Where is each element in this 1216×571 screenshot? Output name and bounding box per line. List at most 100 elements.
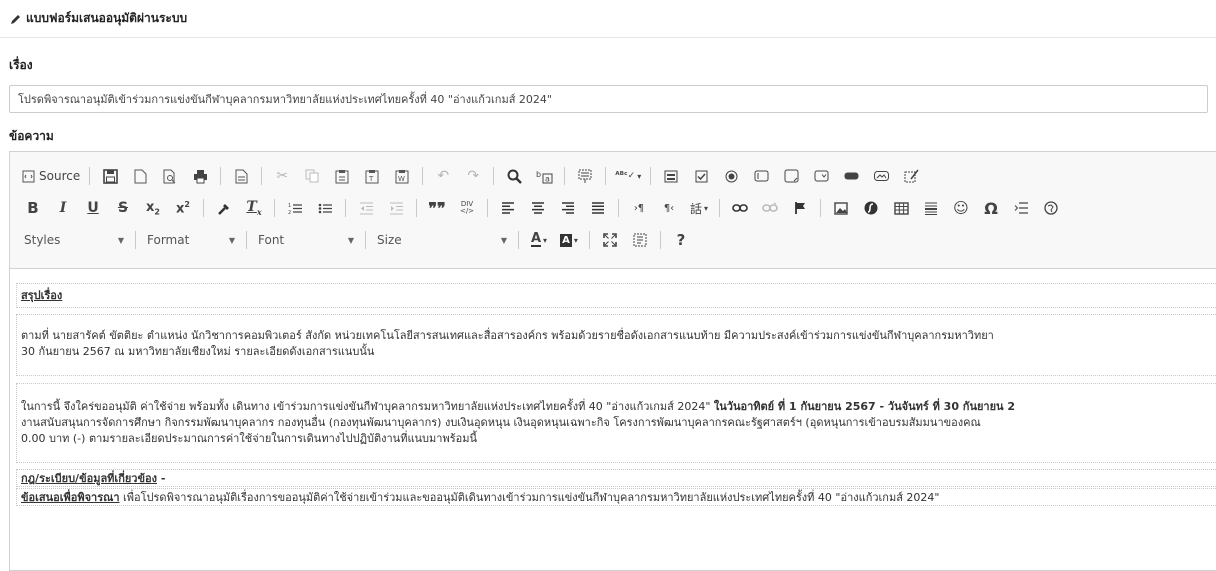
link-icon: [732, 204, 748, 212]
paste-button[interactable]: [329, 164, 355, 188]
link-button[interactable]: [727, 196, 753, 220]
italic-button[interactable]: I: [50, 196, 76, 220]
outdent-button[interactable]: [353, 196, 379, 220]
div-button[interactable]: DIV </>: [454, 196, 480, 220]
toolbar-separator: [660, 231, 661, 249]
justify-button[interactable]: [585, 196, 611, 220]
size-combo-label: Size: [377, 233, 402, 247]
textfield-button[interactable]: [748, 164, 774, 188]
image-button-icon: [873, 171, 889, 181]
indent-button[interactable]: [383, 196, 409, 220]
form-icon: [664, 170, 678, 182]
save-button[interactable]: [97, 164, 123, 188]
page-break-button[interactable]: [1008, 196, 1034, 220]
styles-combo[interactable]: Styles ▼: [18, 228, 130, 252]
paste-word-button[interactable]: W: [389, 164, 415, 188]
strikethrough-button[interactable]: S: [110, 196, 136, 220]
templates-icon: [235, 169, 248, 183]
language-button[interactable]: 話 ▾: [686, 196, 712, 220]
textarea-button[interactable]: [778, 164, 804, 188]
ltr-button[interactable]: ›¶: [626, 196, 652, 220]
proposal-text: เพื่อโปรดพิจารณาอนุมัติเรื่องการขออนุมัต…: [119, 491, 940, 504]
source-icon: [22, 170, 35, 182]
bulleted-list-button[interactable]: [312, 196, 338, 220]
table-button[interactable]: [888, 196, 914, 220]
svg-text:T: T: [368, 175, 374, 183]
unlink-button[interactable]: [757, 196, 783, 220]
request-paragraph: ในการนี้ จึงใคร่ขออนุมัติ ค่าใช้จ่าย พร้…: [16, 383, 1216, 463]
request-date-range: ในวันอาทิตย์ ที่ 1 กันยายน 2567 - วันจัน…: [713, 400, 1016, 413]
format-combo-label: Format: [147, 233, 190, 247]
iframe-button[interactable]: [1038, 196, 1064, 220]
styles-combo-label: Styles: [24, 233, 61, 247]
horizontal-rule-button[interactable]: [918, 196, 944, 220]
replace-button[interactable]: ba: [531, 164, 557, 188]
maximize-icon: [603, 233, 617, 247]
select-all-button[interactable]: [572, 164, 598, 188]
checkbox-button[interactable]: [688, 164, 714, 188]
remove-format-button[interactable]: Tx: [241, 196, 267, 220]
underline-button[interactable]: U: [80, 196, 106, 220]
spellcheck-button[interactable]: ᴬᴮᶜ✓ ▾: [613, 164, 643, 188]
paste-word-icon: W: [395, 169, 409, 183]
size-combo[interactable]: Size ▼: [371, 228, 513, 252]
smiley-button[interactable]: ☺: [948, 196, 974, 220]
bold-button[interactable]: B: [20, 196, 46, 220]
image-button-button[interactable]: [868, 164, 894, 188]
toolbar-separator: [493, 167, 495, 185]
radio-button[interactable]: [718, 164, 744, 188]
button-field-button[interactable]: [838, 164, 864, 188]
checkbox-icon: [695, 170, 708, 182]
select-all-icon: [578, 169, 592, 183]
help-button[interactable]: ?: [668, 228, 694, 252]
align-right-button[interactable]: [555, 196, 581, 220]
font-combo[interactable]: Font ▼: [252, 228, 360, 252]
maximize-button[interactable]: [597, 228, 623, 252]
undo-button[interactable]: ↶: [430, 164, 456, 188]
align-right-icon: [562, 202, 574, 214]
subscript-icon: x2: [146, 199, 160, 217]
show-blocks-button[interactable]: [627, 228, 653, 252]
new-page-button[interactable]: [127, 164, 153, 188]
special-char-button[interactable]: Ω: [978, 196, 1004, 220]
image-button[interactable]: [828, 196, 854, 220]
toolbar-separator: [203, 199, 204, 217]
editor-content[interactable]: สรุปเรื่อง ตามที่ นายสารัคต์ ขัตติยะ ตำแ…: [10, 269, 1216, 570]
preview-button[interactable]: [157, 164, 183, 188]
font-combo-label: Font: [258, 233, 285, 247]
text-color-button[interactable]: A ▾: [526, 228, 552, 252]
find-button[interactable]: [501, 164, 527, 188]
select-field-button[interactable]: [808, 164, 834, 188]
toolbar-separator: [135, 231, 136, 249]
hidden-field-button[interactable]: [898, 164, 924, 188]
bg-color-button[interactable]: A ▾: [556, 228, 582, 252]
cut-button[interactable]: ✂: [269, 164, 295, 188]
print-button[interactable]: [187, 164, 213, 188]
source-button[interactable]: Source: [20, 164, 82, 188]
anchor-button[interactable]: [787, 196, 813, 220]
align-left-button[interactable]: [495, 196, 521, 220]
redo-button[interactable]: ↷: [460, 164, 486, 188]
bulleted-list-icon: [318, 203, 332, 213]
superscript-button[interactable]: x2: [170, 196, 196, 220]
align-left-icon: [502, 202, 514, 214]
div-icon: DIV </>: [459, 200, 475, 215]
form-button[interactable]: [658, 164, 684, 188]
paste-text-button[interactable]: T: [359, 164, 385, 188]
undo-icon: ↶: [437, 168, 450, 184]
textarea-icon: [784, 169, 799, 183]
summary-heading: สรุปเรื่อง: [21, 289, 63, 302]
flash-button[interactable]: [858, 196, 884, 220]
copy-button[interactable]: [299, 164, 325, 188]
subscript-button[interactable]: x2: [140, 196, 166, 220]
align-center-button[interactable]: [525, 196, 551, 220]
format-combo[interactable]: Format ▼: [141, 228, 241, 252]
subject-input[interactable]: [9, 85, 1208, 113]
svg-text:b: b: [536, 170, 541, 179]
rtl-button[interactable]: ¶‹: [656, 196, 682, 220]
templates-button[interactable]: [228, 164, 254, 188]
request-line-1-text: ในการนี้ จึงใคร่ขออนุมัติ ค่าใช้จ่าย พร้…: [21, 400, 714, 413]
copy-format-button[interactable]: [211, 196, 237, 220]
blockquote-button[interactable]: ❞❞: [424, 196, 450, 220]
numbered-list-button[interactable]: 12: [282, 196, 308, 220]
